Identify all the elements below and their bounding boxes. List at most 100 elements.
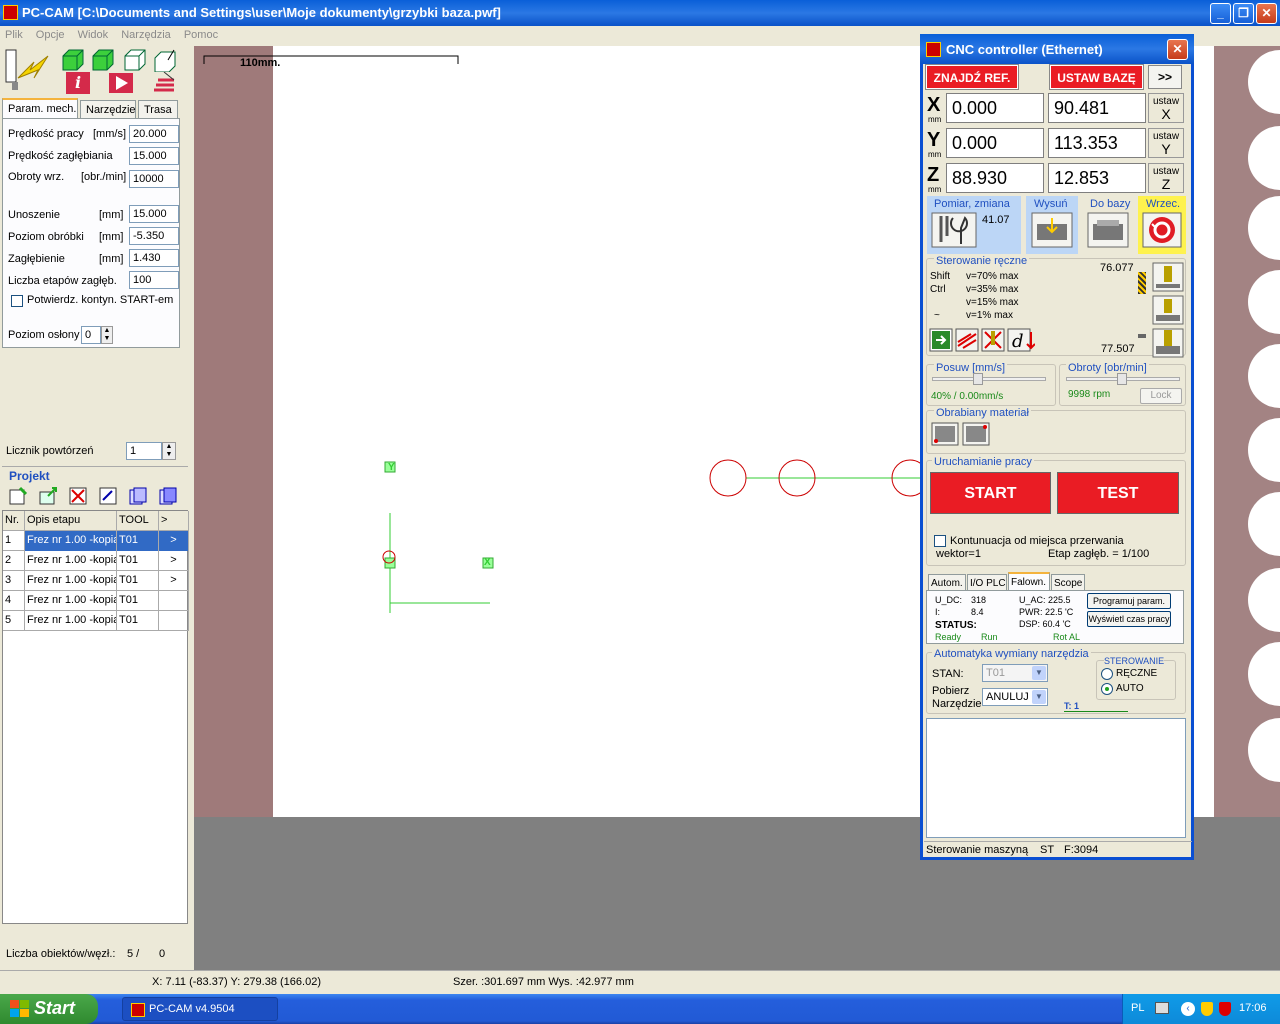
keyboard-icon[interactable] xyxy=(1155,1002,1169,1014)
edit-stage-icon[interactable] xyxy=(98,486,120,506)
go-home-icon[interactable] xyxy=(1087,212,1129,248)
surface-icon[interactable] xyxy=(955,328,979,352)
minimize-button[interactable]: _ xyxy=(1210,3,1231,24)
language-indicator[interactable]: PL xyxy=(1131,1002,1144,1014)
app-icon[interactable] xyxy=(3,5,18,20)
z-up-icon[interactable] xyxy=(1152,262,1184,292)
row-arrow[interactable]: > xyxy=(159,571,189,591)
row-arrow[interactable]: > xyxy=(159,551,189,571)
paste-stage-icon[interactable] xyxy=(158,486,180,506)
x-coord-machine[interactable]: 0.000 xyxy=(946,93,1044,123)
set-base-button[interactable]: USTAW BAZĘ xyxy=(1049,64,1144,90)
play-icon[interactable] xyxy=(108,72,134,94)
info-icon[interactable]: i xyxy=(66,72,90,94)
z-coord-work[interactable]: 12.853 xyxy=(1048,163,1146,193)
potwierdz-checkbox[interactable] xyxy=(11,295,23,307)
chevron-left-icon[interactable]: ‹ xyxy=(1181,1002,1195,1016)
x-coord-work[interactable]: 90.481 xyxy=(1048,93,1146,123)
row-tool[interactable]: T01 xyxy=(117,531,159,551)
tab-trasa[interactable]: Trasa xyxy=(138,100,178,120)
row-opis[interactable]: Frez nr 1.00 -kopia xyxy=(25,531,117,551)
menu-plik[interactable]: Plik xyxy=(0,26,28,44)
row-tool[interactable]: T01 xyxy=(117,551,159,571)
menu-pomoc[interactable]: Pomoc xyxy=(179,26,223,44)
set-y-button[interactable]: ustaw Y xyxy=(1148,128,1184,158)
row-arrow[interactable] xyxy=(159,611,189,631)
lock-button[interactable]: Lock xyxy=(1140,388,1182,404)
header-arrow[interactable]: > xyxy=(159,511,189,531)
reczne-radio[interactable] xyxy=(1101,668,1113,680)
cube-view-3-icon[interactable] xyxy=(122,48,148,72)
security-alert-icon[interactable] xyxy=(1219,1002,1231,1016)
row-tool[interactable]: T01 xyxy=(117,611,159,631)
layers-icon[interactable] xyxy=(150,70,178,94)
z-coord-machine[interactable]: 88.930 xyxy=(946,163,1044,193)
row-opis[interactable]: Frez nr 1.00 -kopia xyxy=(25,551,117,571)
tab-narzedzie[interactable]: Narzędzie xyxy=(80,100,136,120)
delete-stage-icon[interactable] xyxy=(68,486,90,506)
z-middle-icon[interactable] xyxy=(1152,295,1184,325)
row-tool[interactable]: T01 xyxy=(117,571,159,591)
obroty-slider[interactable] xyxy=(1066,373,1180,385)
table-row[interactable]: 2 Frez nr 1.00 -kopia T01 > xyxy=(3,551,189,571)
poziom-oslony-input[interactable]: 0 xyxy=(81,326,101,344)
show-work-time-button[interactable]: Wyświetl czas pracy xyxy=(1087,611,1171,627)
log-area[interactable] xyxy=(926,718,1186,838)
spindle-icon[interactable] xyxy=(1142,212,1182,248)
depth-icon[interactable]: d xyxy=(1007,328,1035,352)
obroty-slider-thumb[interactable] xyxy=(1117,373,1127,385)
new-stage-icon[interactable] xyxy=(8,486,30,506)
table-row[interactable]: 5 Frez nr 1.00 -kopia T01 xyxy=(3,611,189,631)
liczba-etapow-input[interactable]: 100 xyxy=(129,271,179,289)
test-button[interactable]: TEST xyxy=(1057,472,1179,514)
table-row[interactable]: 4 Frez nr 1.00 -kopia T01 xyxy=(3,591,189,611)
open-stage-icon[interactable] xyxy=(38,486,60,506)
auto-radio[interactable] xyxy=(1101,683,1113,695)
row-opis[interactable]: Frez nr 1.00 -kopia xyxy=(25,591,117,611)
menu-widok[interactable]: Widok xyxy=(73,26,114,44)
kontynuacja-checkbox[interactable] xyxy=(934,535,946,547)
row-arrow[interactable]: > xyxy=(159,531,189,551)
set-z-button[interactable]: ustaw Z xyxy=(1148,163,1184,193)
stan-select[interactable]: T01 ▼ xyxy=(982,664,1048,682)
row-opis[interactable]: Frez nr 1.00 -kopia xyxy=(25,571,117,591)
header-tool[interactable]: TOOL xyxy=(117,511,159,531)
find-ref-button[interactable]: ZNAJDŹ REF. xyxy=(925,64,1019,90)
licznik-spinner[interactable]: ▲ ▼ xyxy=(162,442,176,460)
menu-narzedzia[interactable]: Narzędzia xyxy=(116,26,176,44)
set-x-button[interactable]: ustaw X xyxy=(1148,93,1184,123)
cube-view-2-icon[interactable] xyxy=(90,48,116,72)
posuw-slider-thumb[interactable] xyxy=(973,373,983,385)
zaglebienie-input[interactable]: 1.430 xyxy=(129,249,179,267)
y-coord-machine[interactable]: 0.000 xyxy=(946,128,1044,158)
row-tool[interactable]: T01 xyxy=(117,591,159,611)
menu-opcje[interactable]: Opcje xyxy=(31,26,70,44)
program-params-button[interactable]: Programuj param. xyxy=(1087,593,1171,609)
predkosc-pracy-input[interactable]: 20.000 xyxy=(129,125,179,143)
eject-icon[interactable] xyxy=(1031,212,1073,248)
z-down-icon[interactable] xyxy=(1152,328,1184,358)
table-row[interactable]: 3 Frez nr 1.00 -kopia T01 > xyxy=(3,571,189,591)
cnc-close-button[interactable]: ✕ xyxy=(1167,39,1188,60)
header-nr[interactable]: Nr. xyxy=(3,511,25,531)
taskbar-item-pccam[interactable]: PC-CAM v4.9504 xyxy=(122,997,278,1021)
tool-measure-icon[interactable] xyxy=(931,212,977,248)
tab-param-mech[interactable]: Param. mech. xyxy=(2,98,78,120)
licznik-input[interactable]: 1 xyxy=(126,442,162,460)
start-button-taskbar[interactable]: Start xyxy=(0,994,98,1024)
y-coord-work[interactable]: 113.353 xyxy=(1048,128,1146,158)
obroty-input[interactable]: 10000 xyxy=(129,170,179,188)
poziom-oslony-spinner[interactable]: ▲ ▼ xyxy=(101,326,113,344)
maximize-button[interactable]: ❐ xyxy=(1233,3,1254,24)
table-row[interactable]: 1 Frez nr 1.00 -kopia T01 > xyxy=(3,531,189,551)
machine-connect-icon[interactable] xyxy=(4,48,56,92)
row-opis[interactable]: Frez nr 1.00 -kopia xyxy=(25,611,117,631)
close-button[interactable]: ✕ xyxy=(1256,3,1277,24)
row-arrow[interactable] xyxy=(159,591,189,611)
more-button[interactable]: >> xyxy=(1148,65,1182,89)
clock[interactable]: 17:06 xyxy=(1239,1002,1267,1014)
poziom-obrobki-input[interactable]: -5.350 xyxy=(129,227,179,245)
cube-view-4-icon[interactable] xyxy=(152,48,178,72)
shield-icon[interactable] xyxy=(1201,1002,1213,1016)
posuw-slider[interactable] xyxy=(932,373,1046,385)
